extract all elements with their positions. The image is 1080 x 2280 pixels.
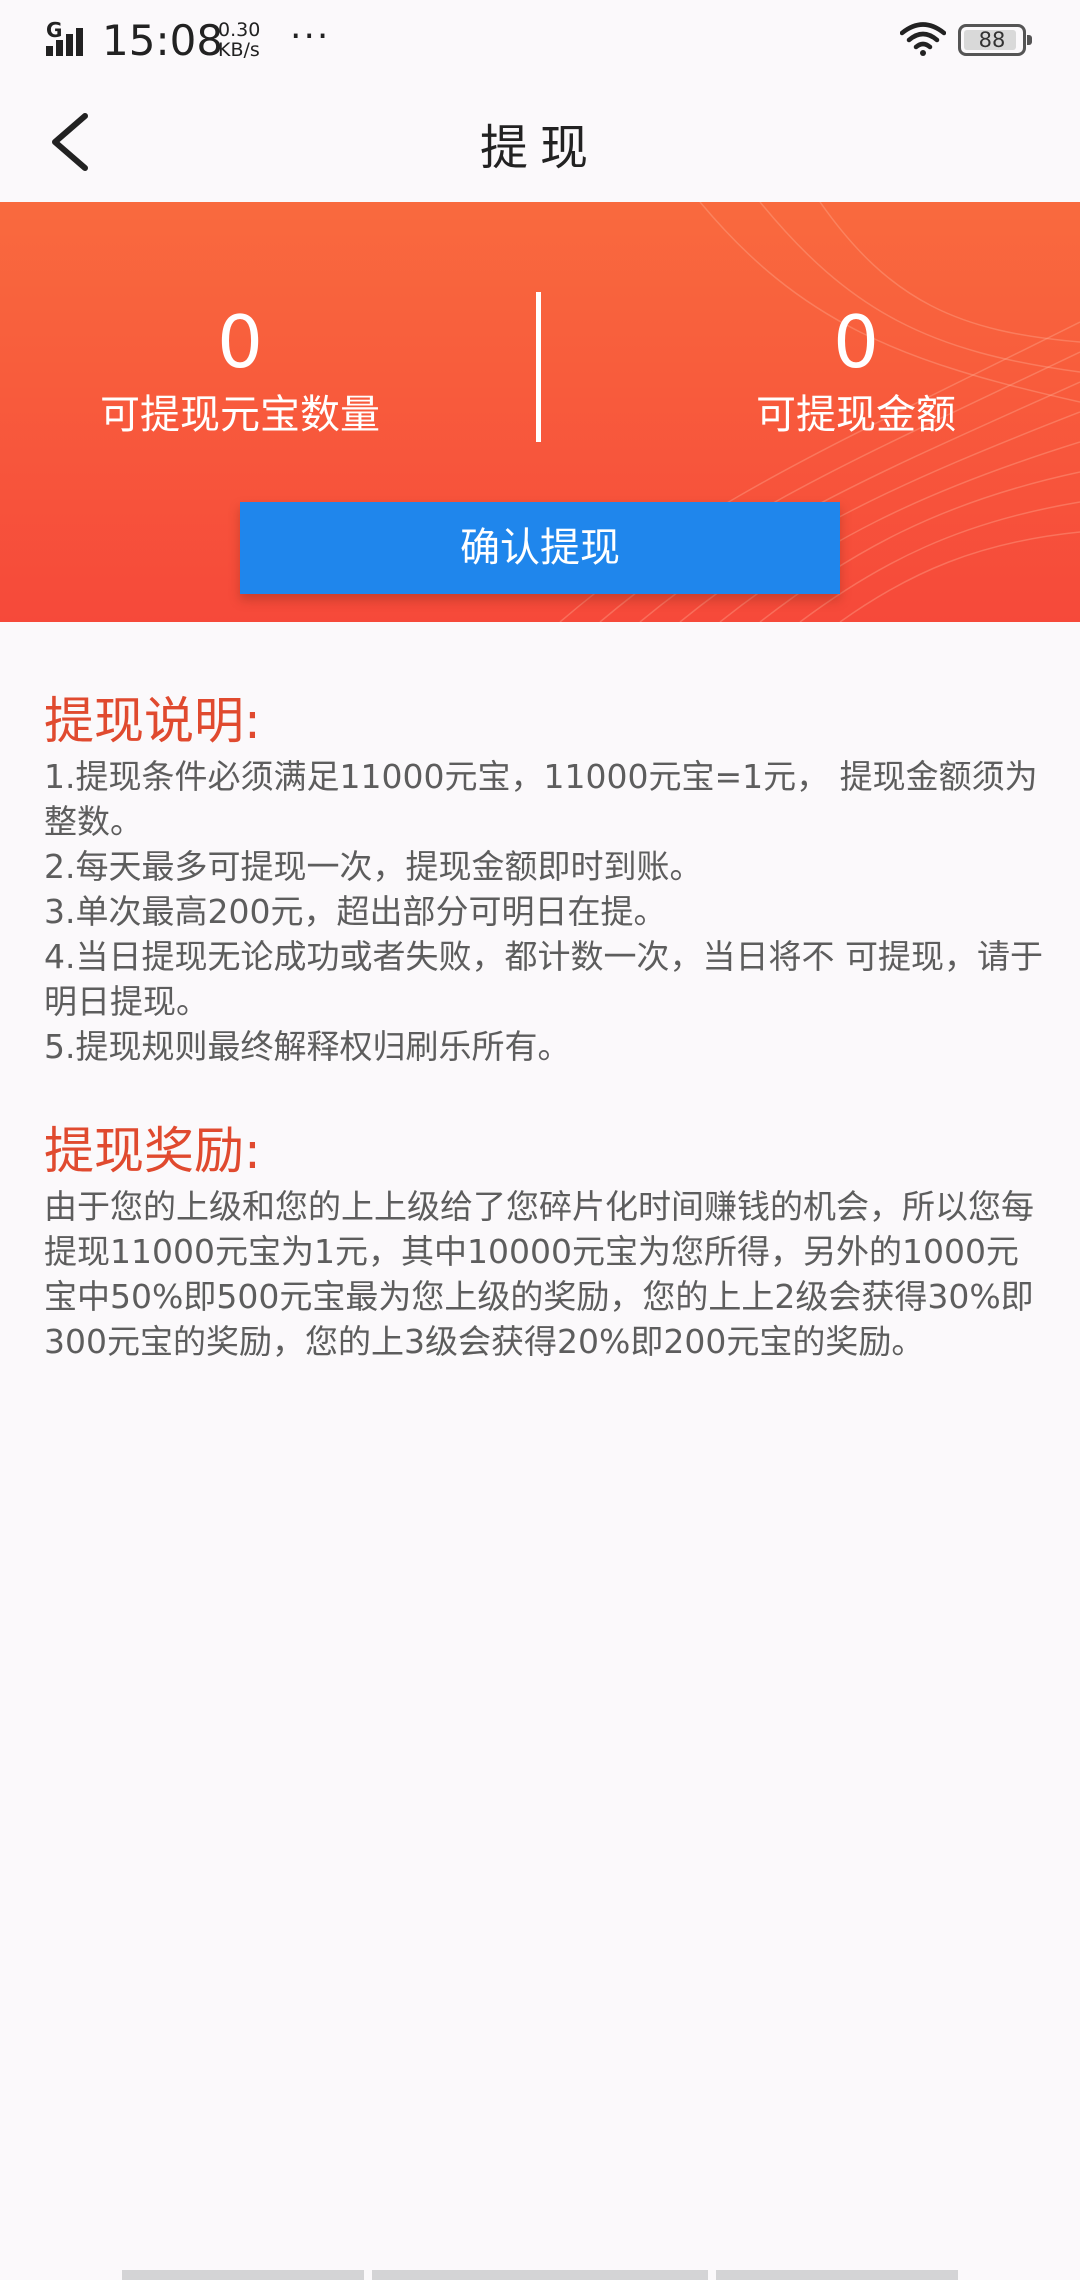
battery-level: 88 bbox=[978, 28, 1006, 52]
reward-title: 提现奖励: bbox=[44, 1122, 261, 1180]
network-speed-value: 0.30 bbox=[218, 19, 261, 41]
instruction-item: 5.提现规则最终解释权归刷乐所有。 bbox=[44, 1027, 571, 1066]
yuanbao-count: 0 bbox=[217, 300, 263, 384]
status-bar: G 15:08 0.30 KB/s ··· 88 bbox=[0, 0, 1080, 82]
bottom-tab-strip bbox=[716, 2270, 958, 2280]
bottom-tab-strip bbox=[372, 2270, 708, 2280]
instruction-item: 2.每天最多可提现一次，提现金额即时到账。 bbox=[44, 847, 703, 886]
instruction-item: 3.单次最高200元，超出部分可明日在提。 bbox=[44, 892, 667, 931]
withdraw-instructions: 提现说明: 1.提现条件必须满足11000元宝，11000元宝=1元， 提现金额… bbox=[44, 688, 1044, 1069]
signal-icon: G bbox=[44, 18, 92, 58]
network-speed-unit: KB/s bbox=[218, 39, 260, 61]
nav-bar: 提现 bbox=[0, 82, 1080, 202]
withdraw-amount: 0 bbox=[833, 300, 879, 384]
instructions-title: 提现说明: bbox=[44, 692, 261, 750]
instruction-item: 1.提现条件必须满足11000元宝，11000元宝=1元， 提现金额须为整数。 bbox=[44, 757, 1038, 841]
more-notifications-icon: ··· bbox=[290, 16, 331, 57]
withdraw-amount-label: 可提现金额 bbox=[756, 392, 956, 438]
stat-divider bbox=[536, 292, 541, 442]
wifi-icon bbox=[900, 22, 946, 56]
page-title: 提现 bbox=[479, 120, 600, 176]
battery-icon: 88 bbox=[958, 24, 1032, 56]
status-time: 15:08 bbox=[102, 16, 224, 65]
yuanbao-stat: 0 可提现元宝数量 bbox=[20, 302, 460, 442]
confirm-withdraw-button[interactable]: 确认提现 bbox=[240, 502, 840, 594]
withdraw-summary-banner: 0 可提现元宝数量 0 可提现金额 确认提现 bbox=[0, 202, 1080, 622]
bottom-tab-strip bbox=[122, 2270, 364, 2280]
instruction-item: 4.当日提现无论成功或者失败，都计数一次，当日将不 可提现，请于明日提现。 bbox=[44, 937, 1043, 1021]
withdraw-reward: 提现奖励: 由于您的上级和您的上上级给了您碎片化时间赚钱的机会，所以您每提现11… bbox=[44, 1118, 1044, 1364]
network-type: G bbox=[46, 18, 63, 42]
amount-stat: 0 可提现金额 bbox=[636, 302, 1076, 442]
reward-text: 由于您的上级和您的上上级给了您碎片化时间赚钱的机会，所以您每提现11000元宝为… bbox=[44, 1187, 1034, 1361]
network-speed: 0.30 KB/s bbox=[218, 20, 260, 60]
yuanbao-count-label: 可提现元宝数量 bbox=[100, 392, 380, 438]
